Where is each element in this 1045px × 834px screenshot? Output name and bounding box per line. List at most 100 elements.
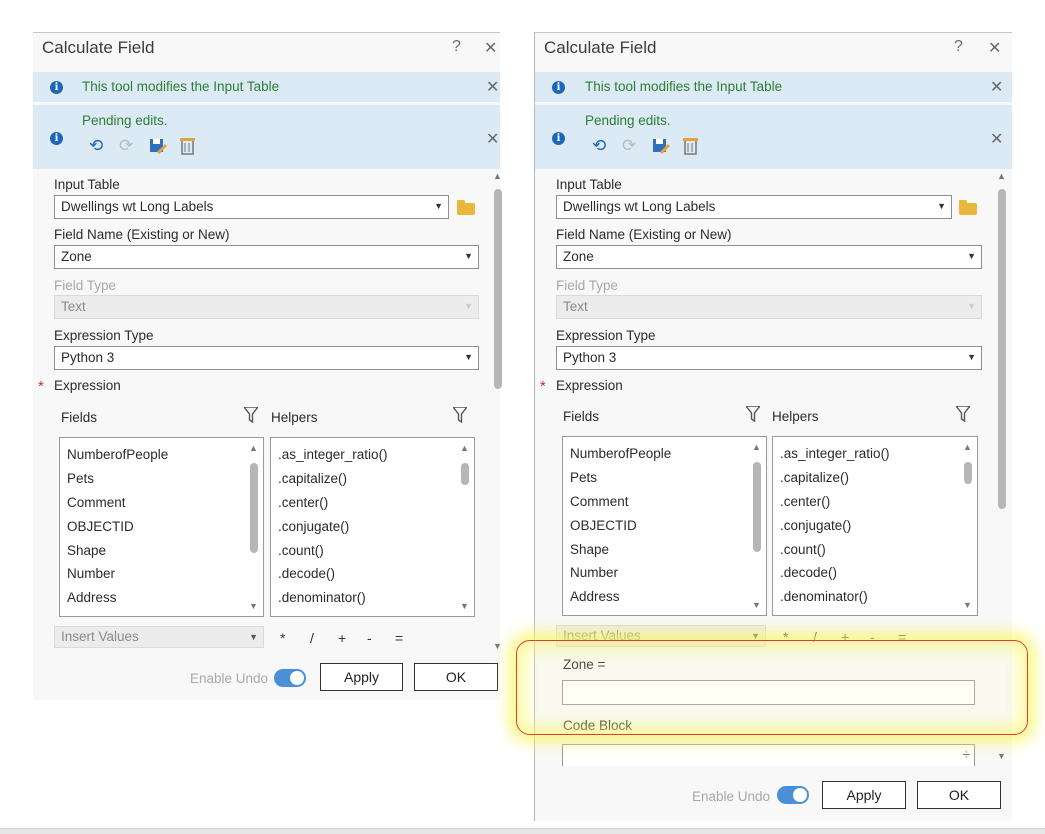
list-item[interactable]: Shape	[570, 542, 609, 557]
discard-edits-icon[interactable]	[682, 137, 700, 155]
expression-type-dropdown[interactable]: Python 3 ▼	[556, 346, 982, 370]
list-item[interactable]: .capitalize()	[278, 471, 347, 486]
field-name-dropdown[interactable]: Zone ▼	[54, 245, 479, 269]
apply-button[interactable]: Apply	[822, 781, 906, 809]
scroll-up-icon[interactable]: ▲	[963, 442, 972, 452]
list-item[interactable]: Address	[67, 590, 117, 605]
list-item[interactable]: Shape	[67, 543, 106, 558]
fields-scrollbar[interactable]: ▲ ▼	[751, 442, 763, 610]
helpers-scrollbar[interactable]: ▲ ▼	[459, 443, 471, 611]
expand-icon[interactable]: ÷	[962, 746, 970, 762]
scroll-thumb[interactable]	[461, 463, 469, 485]
fields-list[interactable]: NumberofPeople Pets Comment OBJECTID Sha…	[562, 436, 767, 616]
scroll-up-icon[interactable]: ▲	[460, 443, 469, 453]
add-button[interactable]: +	[841, 629, 849, 645]
scroll-down-icon[interactable]: ▼	[493, 641, 502, 651]
add-button[interactable]: +	[338, 630, 346, 646]
subtract-button[interactable]: -	[870, 629, 875, 645]
redo-icon[interactable]: ⟳	[119, 137, 133, 154]
list-item[interactable]: .decode()	[278, 566, 335, 581]
filter-icon[interactable]	[956, 406, 970, 422]
close-pending-icon[interactable]: ✕	[486, 129, 499, 149]
scroll-up-icon[interactable]: ▲	[752, 442, 761, 452]
enable-undo-toggle[interactable]	[274, 669, 306, 687]
list-item[interactable]: .as_integer_ratio()	[780, 446, 890, 461]
list-item[interactable]: .count()	[780, 542, 826, 557]
folder-icon[interactable]	[959, 200, 977, 215]
ok-button[interactable]: OK	[917, 781, 1001, 809]
multiply-button[interactable]: *	[280, 630, 285, 646]
list-item[interactable]: Comment	[570, 494, 629, 509]
list-item[interactable]: OBJECTID	[570, 518, 637, 533]
helpers-list[interactable]: .as_integer_ratio() .capitalize() .cente…	[270, 437, 475, 617]
save-edits-icon[interactable]	[149, 137, 167, 155]
undo-icon[interactable]: ⟲	[89, 137, 103, 154]
scroll-down-icon[interactable]: ▼	[752, 600, 761, 610]
input-table-dropdown[interactable]: Dwellings wt Long Labels ▼	[54, 195, 449, 219]
multiply-button[interactable]: *	[783, 629, 788, 645]
fields-scrollbar[interactable]: ▲ ▼	[248, 443, 260, 611]
undo-icon[interactable]: ⟲	[592, 137, 606, 154]
scroll-down-icon[interactable]: ▼	[249, 601, 258, 611]
list-item[interactable]: .conjugate()	[278, 519, 349, 534]
expression-input[interactable]	[562, 680, 975, 705]
scroll-thumb[interactable]	[753, 462, 761, 552]
folder-icon[interactable]	[457, 200, 475, 215]
scroll-down-icon[interactable]: ▼	[460, 601, 469, 611]
scroll-up-icon[interactable]: ▲	[493, 171, 502, 181]
scroll-thumb[interactable]	[998, 189, 1006, 509]
code-block-input[interactable]: ÷	[562, 744, 975, 766]
list-item[interactable]: Number	[67, 566, 115, 581]
list-item[interactable]: Pets	[570, 470, 597, 485]
enable-undo-toggle[interactable]	[777, 786, 809, 804]
list-item[interactable]: Address	[570, 589, 620, 604]
list-item[interactable]: OBJECTID	[67, 519, 134, 534]
equals-button[interactable]: =	[898, 629, 906, 645]
list-item[interactable]: .capitalize()	[780, 470, 849, 485]
divide-button[interactable]: /	[310, 630, 314, 646]
helpers-scrollbar[interactable]: ▲ ▼	[962, 442, 974, 610]
list-item[interactable]: Number	[570, 565, 618, 580]
list-item[interactable]: Pets	[67, 471, 94, 486]
list-item[interactable]: .center()	[780, 494, 830, 509]
apply-button[interactable]: Apply	[320, 663, 403, 691]
save-edits-icon[interactable]	[652, 137, 670, 155]
pane-scrollbar[interactable]: ▲ ▼	[996, 171, 1008, 761]
scroll-thumb[interactable]	[964, 462, 972, 484]
input-table-dropdown[interactable]: Dwellings wt Long Labels ▼	[556, 195, 952, 219]
list-item[interactable]: NumberofPeople	[570, 446, 671, 461]
field-name-dropdown[interactable]: Zone ▼	[556, 245, 982, 269]
filter-icon[interactable]	[244, 407, 258, 423]
close-notice-icon[interactable]: ✕	[486, 77, 499, 97]
close-pending-icon[interactable]: ✕	[990, 129, 1003, 149]
list-item[interactable]: .center()	[278, 495, 328, 510]
close-pane-icon[interactable]: ✕	[484, 38, 497, 58]
discard-edits-icon[interactable]	[179, 137, 197, 155]
filter-icon[interactable]	[746, 406, 760, 422]
pane-scrollbar[interactable]: ▲ ▼	[492, 171, 504, 651]
subtract-button[interactable]: -	[367, 630, 372, 646]
expression-type-dropdown[interactable]: Python 3 ▼	[54, 346, 479, 370]
helpers-list[interactable]: .as_integer_ratio() .capitalize() .cente…	[772, 436, 978, 616]
scroll-thumb[interactable]	[494, 189, 502, 389]
list-item[interactable]: NumberofPeople	[67, 447, 168, 462]
help-icon[interactable]: ?	[452, 38, 461, 56]
list-item[interactable]: .denominator()	[278, 590, 366, 605]
scroll-thumb[interactable]	[250, 463, 258, 553]
scroll-up-icon[interactable]: ▲	[249, 443, 258, 453]
scroll-down-icon[interactable]: ▼	[997, 751, 1006, 761]
filter-icon[interactable]	[453, 407, 467, 423]
list-item[interactable]: .decode()	[780, 565, 837, 580]
close-notice-icon[interactable]: ✕	[990, 77, 1003, 97]
scroll-up-icon[interactable]: ▲	[997, 171, 1006, 181]
scroll-down-icon[interactable]: ▼	[963, 600, 972, 610]
fields-list[interactable]: NumberofPeople Pets Comment OBJECTID Sha…	[59, 437, 264, 617]
ok-button[interactable]: OK	[414, 663, 498, 691]
equals-button[interactable]: =	[395, 630, 403, 646]
list-item[interactable]: .conjugate()	[780, 518, 851, 533]
list-item[interactable]: .as_integer_ratio()	[278, 447, 388, 462]
list-item[interactable]: .count()	[278, 543, 324, 558]
divide-button[interactable]: /	[813, 629, 817, 645]
list-item[interactable]: .denominator()	[780, 589, 868, 604]
list-item[interactable]: Comment	[67, 495, 126, 510]
